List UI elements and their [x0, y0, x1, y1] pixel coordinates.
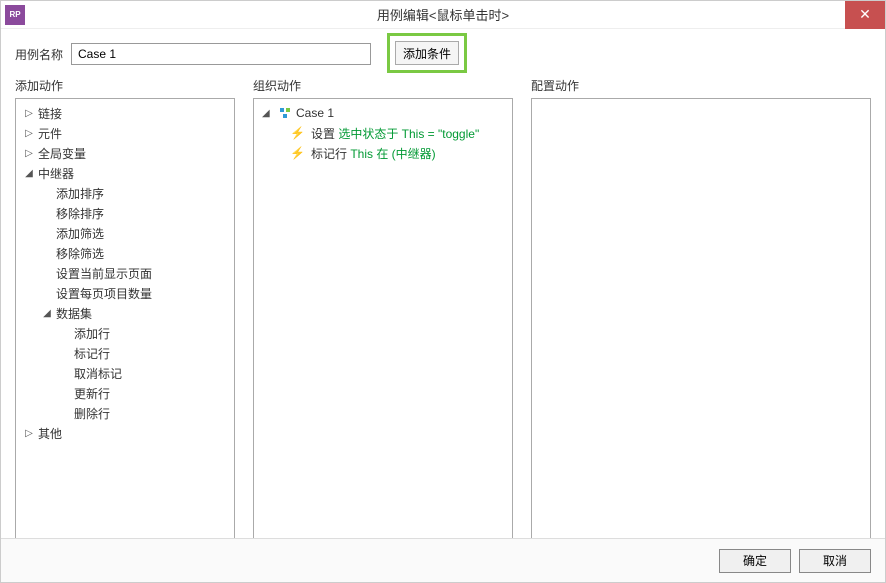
window-title: 用例编辑<鼠标单击时>	[1, 5, 885, 24]
title-bar: RP 用例编辑<鼠标单击时> ✕	[1, 1, 885, 29]
tree-item-unmark[interactable]: 取消标记	[18, 363, 232, 383]
tree-label: 添加排序	[54, 185, 104, 202]
case-name-input[interactable]	[71, 43, 371, 65]
tree-label: 移除排序	[54, 205, 104, 222]
add-actions-header: 添加动作	[15, 77, 235, 94]
tree-item-repeater[interactable]: ◢ 中继器	[18, 163, 232, 183]
tree-item-other[interactable]: ▷ 其他	[18, 423, 232, 443]
tree-label: 删除行	[72, 405, 110, 422]
add-condition-highlight: 添加条件	[387, 33, 467, 73]
add-condition-button[interactable]: 添加条件	[395, 41, 459, 65]
dialog-button-bar: 确定 取消	[1, 538, 885, 582]
bolt-icon: ⚡	[290, 126, 305, 140]
action-prefix: 标记行	[311, 147, 347, 161]
chevron-right-icon: ▷	[22, 148, 36, 159]
cancel-button[interactable]: 取消	[799, 549, 871, 573]
tree-item-update-row[interactable]: 更新行	[18, 383, 232, 403]
action-text: 设置 选中状态于 This = "toggle"	[311, 125, 479, 142]
add-actions-column: 添加动作 ▷ 链接 ▷ 元件 ▷ 全局变量 ◢ 中继器 添加排序	[15, 77, 235, 543]
tree-item-dataset[interactable]: ◢ 数据集	[18, 303, 232, 323]
chevron-right-icon: ▷	[22, 128, 36, 139]
tree-label: 设置每页项目数量	[54, 285, 152, 302]
chevron-down-icon: ◢	[22, 168, 36, 179]
tree-label: 设置当前显示页面	[54, 265, 152, 282]
tree-label: 添加筛选	[54, 225, 104, 242]
bolt-icon: ⚡	[290, 146, 305, 160]
tree-label: 中继器	[36, 165, 74, 182]
organize-actions-header: 组织动作	[253, 77, 513, 94]
tree-label: 元件	[36, 125, 62, 142]
columns-area: 添加动作 ▷ 链接 ▷ 元件 ▷ 全局变量 ◢ 中继器 添加排序	[1, 71, 885, 543]
add-actions-tree: ▷ 链接 ▷ 元件 ▷ 全局变量 ◢ 中继器 添加排序 移除排序	[15, 98, 235, 543]
tree-item-globals[interactable]: ▷ 全局变量	[18, 143, 232, 163]
tree-item-add-filter[interactable]: 添加筛选	[18, 223, 232, 243]
action-green: 选中状态于 This = "toggle"	[338, 127, 479, 141]
chevron-down-icon: ◢	[262, 108, 274, 119]
close-button[interactable]: ✕	[845, 1, 885, 29]
tree-label: 取消标记	[72, 365, 122, 382]
action-row-set-selected[interactable]: ⚡ 设置 选中状态于 This = "toggle"	[256, 123, 510, 143]
tree-item-add-sort[interactable]: 添加排序	[18, 183, 232, 203]
tree-item-widgets[interactable]: ▷ 元件	[18, 123, 232, 143]
tree-item-delete-row[interactable]: 删除行	[18, 403, 232, 423]
tree-label: 标记行	[72, 345, 110, 362]
chevron-right-icon: ▷	[22, 108, 36, 119]
tree-item-remove-filter[interactable]: 移除筛选	[18, 243, 232, 263]
action-prefix: 设置	[311, 127, 335, 141]
app-icon: RP	[5, 5, 25, 25]
close-icon: ✕	[859, 6, 871, 23]
tree-label: 更新行	[72, 385, 110, 402]
ok-button[interactable]: 确定	[719, 549, 791, 573]
action-text: 标记行 This 在 (中继器)	[311, 145, 436, 162]
tree-label: 添加行	[72, 325, 110, 342]
tree-item-add-row[interactable]: 添加行	[18, 323, 232, 343]
tree-label: 链接	[36, 105, 62, 122]
organize-actions-column: 组织动作 ◢ Case 1 ⚡ 设置 选中状态于 This = "toggle"	[253, 77, 513, 543]
tree-item-remove-sort[interactable]: 移除排序	[18, 203, 232, 223]
action-row-mark-row[interactable]: ⚡ 标记行 This 在 (中继器)	[256, 143, 510, 163]
tree-label: 数据集	[54, 305, 92, 322]
tree-label: 其他	[36, 425, 62, 442]
chevron-down-icon: ◢	[40, 308, 54, 319]
action-green: This 在 (中继器)	[350, 147, 435, 161]
case-name-label: Case 1	[296, 106, 334, 120]
chevron-right-icon: ▷	[22, 428, 36, 439]
case-icon	[278, 107, 292, 119]
tree-item-set-items-per-page[interactable]: 设置每页项目数量	[18, 283, 232, 303]
case-row[interactable]: ◢ Case 1	[256, 103, 510, 123]
configure-actions-column: 配置动作	[531, 77, 871, 543]
configure-actions-header: 配置动作	[531, 77, 871, 94]
tree-item-mark-row[interactable]: 标记行	[18, 343, 232, 363]
app-icon-text: RP	[9, 10, 20, 19]
tree-item-set-current-page[interactable]: 设置当前显示页面	[18, 263, 232, 283]
name-row: 用例名称 添加条件	[1, 29, 885, 71]
organize-actions-body: ◢ Case 1 ⚡ 设置 选中状态于 This = "toggle"	[253, 98, 513, 543]
configure-actions-body	[531, 98, 871, 543]
tree-item-links[interactable]: ▷ 链接	[18, 103, 232, 123]
tree-label: 全局变量	[36, 145, 86, 162]
tree-label: 移除筛选	[54, 245, 104, 262]
case-name-label: 用例名称	[15, 46, 63, 63]
